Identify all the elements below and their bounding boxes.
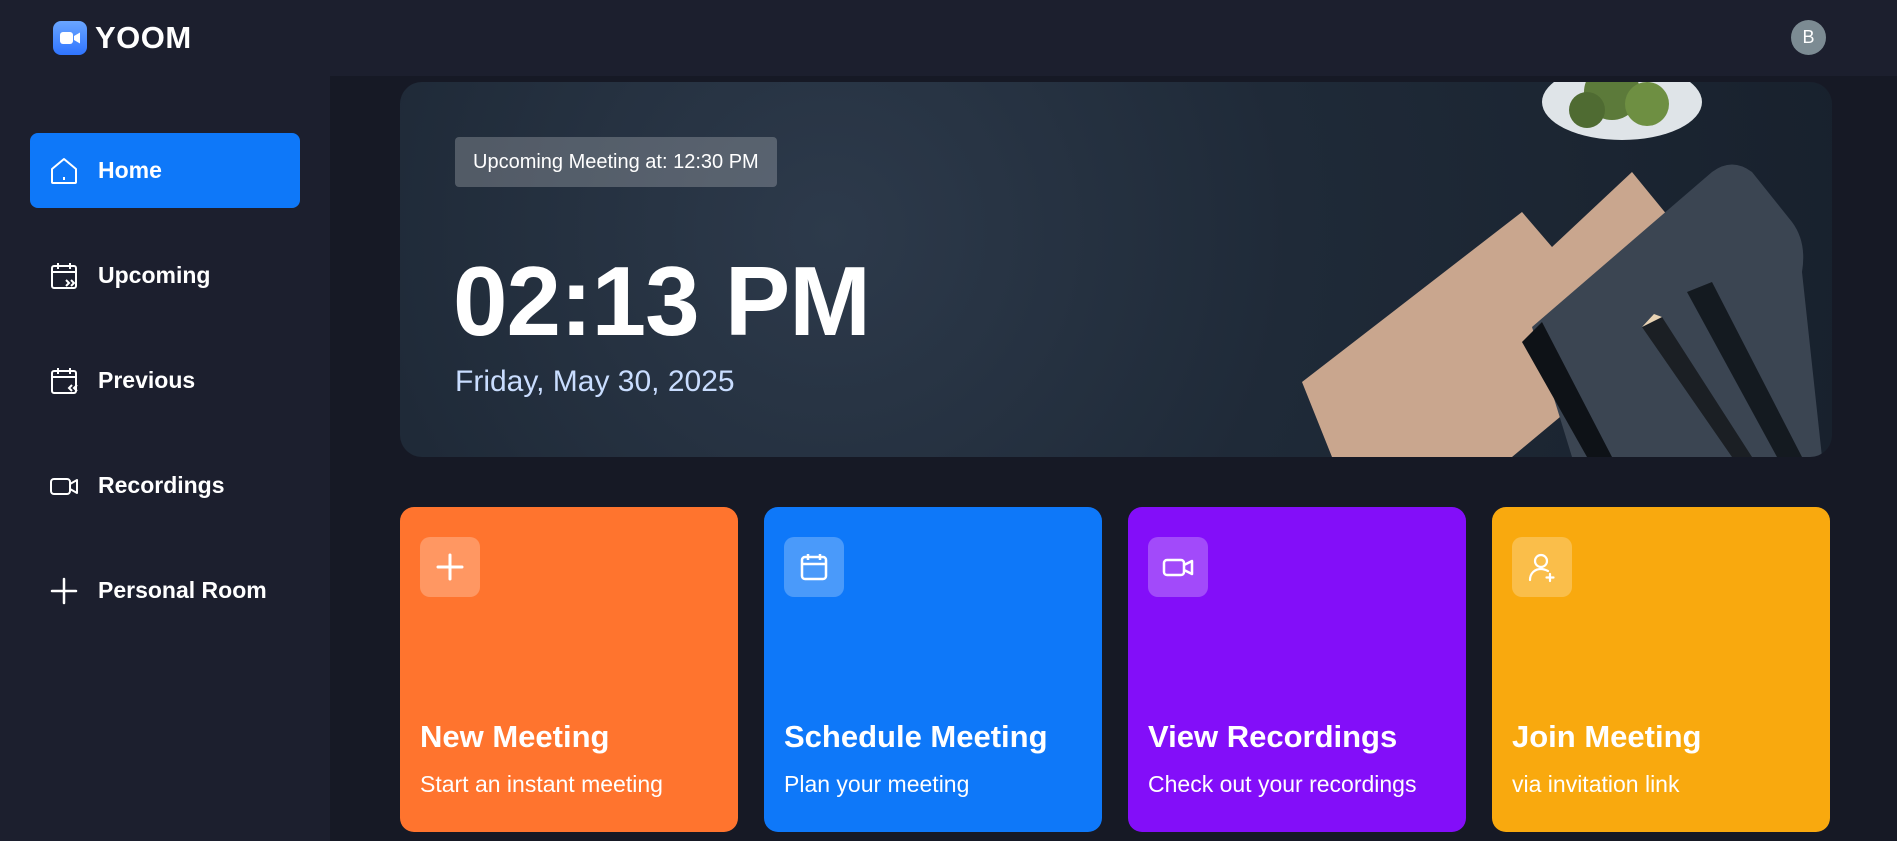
home-icon <box>51 157 77 184</box>
user-avatar[interactable]: B <box>1791 20 1826 55</box>
sidebar-item-recordings[interactable]: Recordings <box>30 448 300 523</box>
hero-banner: Upcoming Meeting at: 12:30 PM 02:13 PM F… <box>400 82 1832 457</box>
sidebar-item-previous[interactable]: Previous <box>30 343 300 418</box>
card-subtitle: Check out your recordings <box>1148 771 1417 797</box>
calendar-back-icon <box>51 367 78 394</box>
schedule-meeting-card[interactable]: Schedule Meeting Plan your meeting <box>764 507 1102 832</box>
top-bar: YOOM B <box>0 0 1897 76</box>
video-logo-icon <box>53 21 87 55</box>
card-title: Join Meeting <box>1512 719 1702 754</box>
view-recordings-card[interactable]: View Recordings Check out your recording… <box>1128 507 1466 832</box>
plus-icon <box>50 577 78 604</box>
card-title: Schedule Meeting <box>784 719 1048 754</box>
card-subtitle: Start an instant meeting <box>420 771 663 797</box>
desk-illustration <box>1302 82 1822 457</box>
app-logo[interactable]: YOOM <box>53 20 192 56</box>
app-name: YOOM <box>95 20 192 55</box>
sidebar-item-label: Recordings <box>98 472 225 498</box>
join-meeting-card[interactable]: Join Meeting via invitation link <box>1492 507 1830 832</box>
card-title: New Meeting <box>420 719 610 754</box>
video-icon <box>1148 537 1208 597</box>
upcoming-meeting-badge: Upcoming Meeting at: 12:30 PM <box>455 137 777 187</box>
sidebar-item-home[interactable]: Home <box>30 133 300 208</box>
video-icon <box>50 477 78 495</box>
card-subtitle: via invitation link <box>1512 771 1680 797</box>
current-date: Friday, May 30, 2025 <box>455 365 735 398</box>
sidebar-item-upcoming[interactable]: Upcoming <box>30 238 300 313</box>
sidebar: Home Upcoming Previous Recordings Person… <box>0 76 330 841</box>
plus-icon <box>420 537 480 597</box>
add-user-icon <box>1512 537 1572 597</box>
new-meeting-card[interactable]: New Meeting Start an instant meeting <box>400 507 738 832</box>
sidebar-item-label: Upcoming <box>98 262 211 288</box>
card-title: View Recordings <box>1148 719 1398 754</box>
calendar-forward-icon <box>51 262 77 289</box>
calendar-icon <box>784 537 844 597</box>
sidebar-item-label: Home <box>98 157 162 183</box>
sidebar-item-label: Personal Room <box>98 577 267 603</box>
current-time: 02:13 PM <box>453 246 871 356</box>
sidebar-item-personal-room[interactable]: Personal Room <box>30 553 300 628</box>
sidebar-item-label: Previous <box>98 367 196 393</box>
card-subtitle: Plan your meeting <box>784 771 970 797</box>
